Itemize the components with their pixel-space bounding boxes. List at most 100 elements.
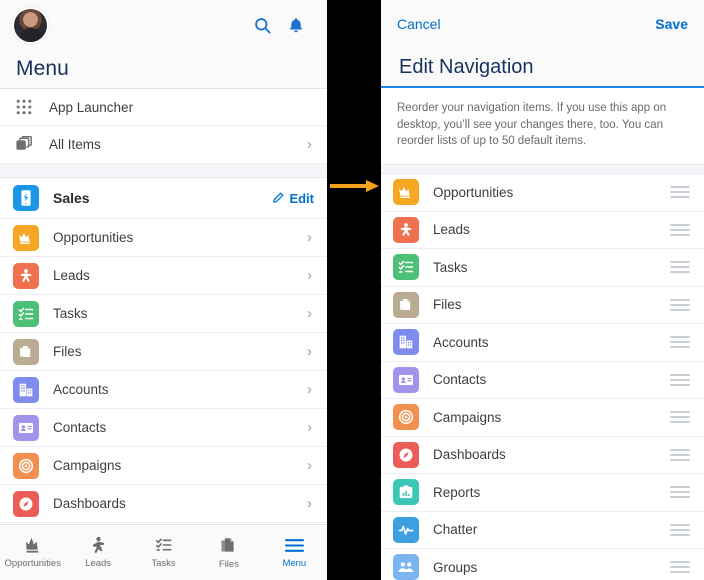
nav-item-label: Accounts: [53, 382, 109, 397]
leads-icon: [393, 216, 419, 243]
right-arrow-icon: [330, 178, 380, 194]
reorder-item-opportunities[interactable]: Opportunities: [381, 174, 704, 212]
drag-handle-icon[interactable]: [670, 298, 690, 311]
chevron-right-icon: ›: [307, 343, 312, 360]
search-icon[interactable]: [245, 8, 279, 42]
reorder-item-campaigns[interactable]: Campaigns: [381, 399, 704, 437]
contacts-icon: [393, 366, 419, 393]
tab-tasks[interactable]: Tasks: [131, 536, 196, 569]
drag-handle-icon[interactable]: [670, 448, 690, 461]
nav-item-opportunities[interactable]: Opportunities ›: [0, 219, 327, 257]
chatter-icon: [393, 516, 419, 543]
reorder-item-leads[interactable]: Leads: [381, 211, 704, 250]
reorder-item-chatter[interactable]: Chatter: [381, 511, 704, 550]
left-top-bar: [0, 0, 327, 50]
crown-icon: [13, 224, 39, 251]
edit-button-label: Edit: [289, 190, 314, 206]
chevron-right-icon: ›: [307, 136, 312, 153]
chevron-right-icon: ›: [307, 495, 312, 512]
chevron-right-icon: ›: [307, 305, 312, 322]
nav-item-dashboards[interactable]: Dashboards ›: [0, 485, 327, 523]
nav-item-label: Files: [53, 344, 82, 359]
drag-handle-icon[interactable]: [670, 336, 690, 349]
tab-label: Menu: [282, 557, 307, 569]
nav-item-label: Leads: [53, 268, 90, 283]
reorder-item-label: Opportunities: [433, 184, 514, 200]
nav-item-contacts[interactable]: Contacts ›: [0, 409, 327, 447]
leads-icon: [92, 536, 104, 554]
bottom-tab-bar: Opportunities Leads Tasks Files Menu: [0, 524, 327, 580]
drag-handle-icon[interactable]: [670, 486, 690, 499]
reorder-item-label: Chatter: [433, 522, 478, 538]
files-icon: [13, 338, 39, 365]
nav-item-files[interactable]: Files ›: [0, 333, 327, 371]
right-phone-panel: Cancel Save Edit Navigation Reorder your…: [381, 0, 704, 580]
drag-handle-icon[interactable]: [670, 261, 690, 274]
reorder-item-label: Dashboards: [433, 447, 506, 463]
campaigns-icon: [13, 452, 39, 479]
user-avatar[interactable]: [14, 8, 47, 42]
groups-icon: [393, 554, 419, 580]
contacts-icon: [13, 414, 39, 441]
edit-button[interactable]: Edit: [272, 191, 314, 206]
chevron-right-icon: ›: [307, 229, 312, 246]
crown-icon: [393, 179, 419, 206]
app-row-sales[interactable]: Sales Edit: [0, 178, 327, 219]
reorder-item-label: Reports: [433, 484, 481, 500]
app-row-label: Sales: [53, 190, 90, 206]
reorder-item-label: Tasks: [433, 259, 468, 275]
tasks-icon: [393, 254, 419, 281]
reorder-item-reports[interactable]: Reports: [381, 474, 704, 512]
bell-icon[interactable]: [279, 8, 313, 42]
reorder-item-label: Accounts: [433, 334, 489, 350]
nav-item-label: Campaigns: [53, 458, 122, 473]
drag-handle-icon[interactable]: [670, 561, 690, 574]
tab-menu[interactable]: Menu: [262, 537, 327, 569]
reorder-item-files[interactable]: Files: [381, 286, 704, 325]
reorder-item-tasks[interactable]: Tasks: [381, 249, 704, 287]
campaigns-icon: [393, 404, 419, 431]
drag-handle-icon[interactable]: [670, 411, 690, 424]
app-launcher-icon: [13, 96, 35, 118]
files-icon: [393, 291, 419, 318]
menu-icon: [284, 538, 304, 552]
left-phone-panel: Menu App Launcher All Items › Sales Edit…: [0, 0, 327, 580]
nav-item-label: Tasks: [53, 306, 88, 321]
tab-files[interactable]: Files: [196, 536, 261, 570]
drag-handle-icon[interactable]: [670, 523, 690, 536]
leads-icon: [13, 262, 39, 289]
nav-item-label: Contacts: [53, 420, 107, 435]
menu-item-app-launcher[interactable]: App Launcher: [0, 88, 327, 126]
drag-handle-icon[interactable]: [670, 186, 690, 199]
reorder-item-dashboards[interactable]: Dashboards: [381, 436, 704, 475]
reorder-item-accounts[interactable]: Accounts: [381, 324, 704, 362]
tab-opportunities[interactable]: Opportunities: [0, 537, 65, 569]
nav-item-campaigns[interactable]: Campaigns ›: [0, 447, 327, 485]
reorder-item-groups[interactable]: Groups: [381, 549, 704, 580]
drag-handle-icon[interactable]: [670, 223, 690, 236]
accounts-icon: [393, 329, 419, 356]
tasks-icon: [155, 538, 171, 551]
files-icon: [221, 537, 235, 552]
save-button[interactable]: Save: [655, 16, 688, 32]
reorder-item-contacts[interactable]: Contacts: [381, 361, 704, 400]
menu-item-label: App Launcher: [49, 99, 134, 115]
reorder-item-label: Campaigns: [433, 409, 502, 425]
crown-icon: [26, 537, 39, 553]
nav-item-tasks[interactable]: Tasks ›: [0, 295, 327, 333]
nav-item-accounts[interactable]: Accounts ›: [0, 371, 327, 409]
reorder-item-label: Contacts: [433, 372, 487, 388]
reorder-item-label: Leads: [433, 222, 470, 238]
nav-item-leads[interactable]: Leads ›: [0, 257, 327, 295]
reorder-item-label: Groups: [433, 559, 478, 575]
cancel-button[interactable]: Cancel: [397, 16, 441, 32]
tab-leads[interactable]: Leads: [65, 536, 130, 569]
page-title: Menu: [0, 50, 327, 88]
tasks-icon: [13, 300, 39, 327]
sales-app-icon: [13, 185, 39, 211]
tab-label: Opportunities: [4, 557, 61, 569]
nav-item-label: Dashboards: [53, 496, 126, 511]
menu-item-all-items[interactable]: All Items ›: [0, 126, 327, 164]
drag-handle-icon[interactable]: [670, 373, 690, 386]
edit-nav-action-bar: Cancel Save: [381, 0, 704, 48]
